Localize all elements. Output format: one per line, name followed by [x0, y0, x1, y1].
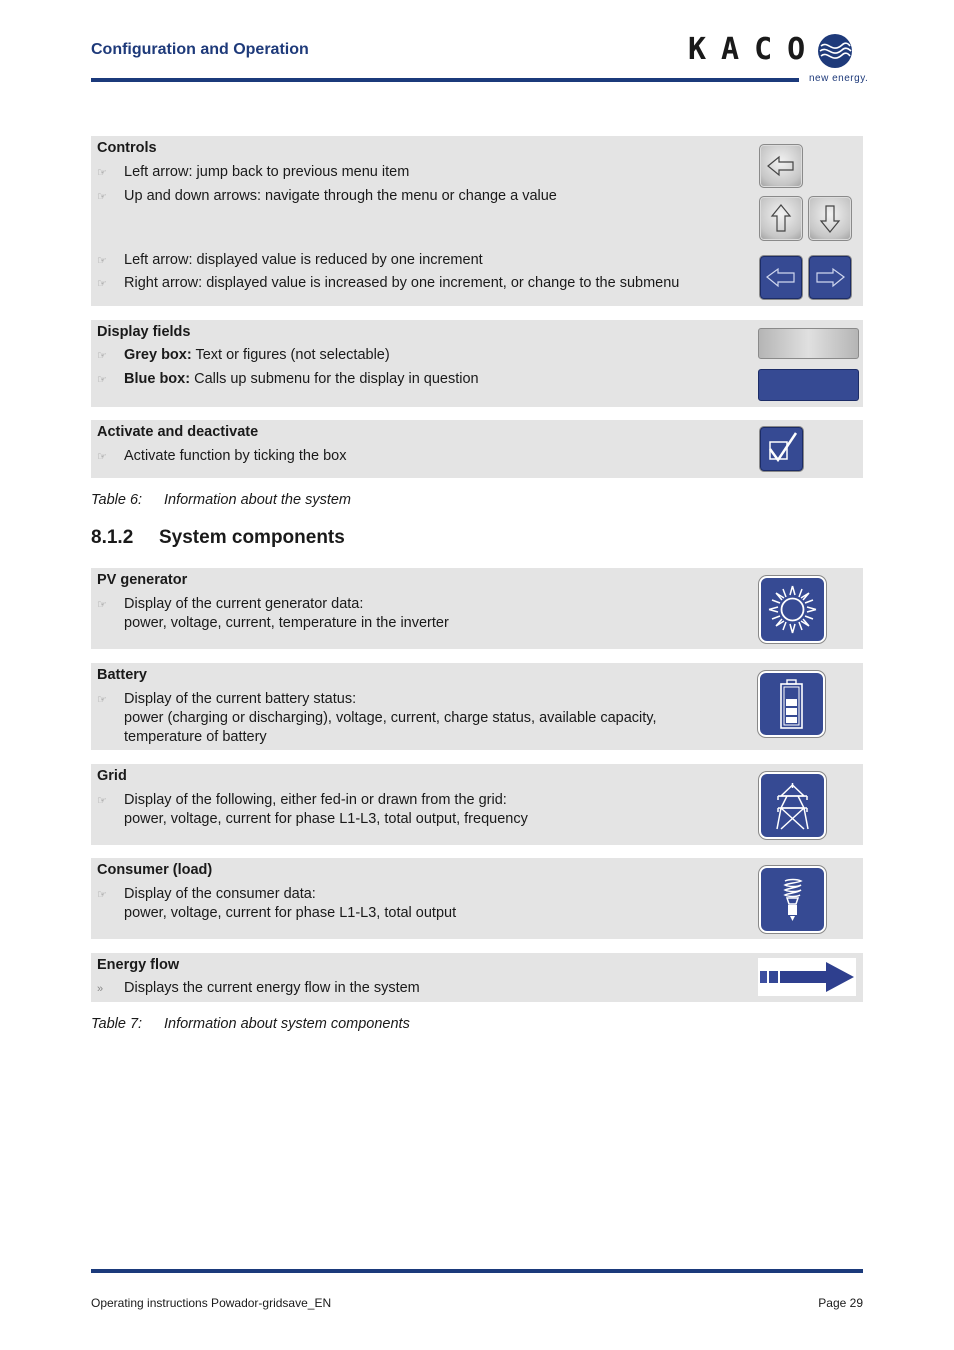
- table-7-caption: Table 7: Information about system compone…: [91, 1016, 410, 1032]
- kaco-logo-text: KACO: [688, 32, 821, 67]
- power-pylon-icon: [759, 772, 826, 839]
- battery-row: Battery ☞ Display of the current battery …: [91, 663, 863, 750]
- list-item-continuation: power, voltage, current for phase L1-L3,…: [124, 905, 457, 921]
- controls-title: Controls: [97, 140, 157, 156]
- list-item: » Displays the current energy flow in the…: [97, 980, 420, 996]
- table-6-caption: Table 6: Information about the system: [91, 492, 351, 508]
- kaco-logo-tagline: new energy.: [809, 73, 869, 84]
- consumer-title: Consumer (load): [97, 862, 213, 878]
- grey-down-arrow-button-icon: [808, 196, 852, 241]
- list-item: ☞ Left arrow: displayed value is reduced …: [97, 252, 483, 268]
- footer-rule: [91, 1269, 863, 1273]
- blue-right-arrow-button-icon: [808, 255, 852, 300]
- hand-bullet-icon: ☞: [97, 278, 107, 290]
- checkbox-checked-icon: [759, 426, 804, 472]
- section-header-title: Configuration and Operation: [91, 41, 309, 58]
- battery-icon: [758, 671, 825, 737]
- footer-page-number: Page 29: [818, 1296, 863, 1310]
- energy-flow-title: Energy flow: [97, 957, 180, 973]
- list-item: ☞ Display of the consumer data:: [97, 886, 316, 902]
- hand-bullet-icon: ☞: [97, 255, 107, 267]
- list-item: ☞ Grey box: Text or figures (not selectab…: [97, 347, 390, 363]
- hand-bullet-icon: ☞: [97, 374, 107, 386]
- list-item-continuation: temperature of battery: [124, 729, 267, 745]
- list-item: ☞ Display of the following, either fed-in…: [97, 792, 507, 808]
- display-fields-title: Display fields: [97, 324, 191, 340]
- consumer-row: Consumer (load) ☞ Display of the consumer…: [91, 858, 863, 939]
- energy-flow-row: Energy flow » Displays the current energy…: [91, 953, 863, 1002]
- light-bulb-icon: [759, 866, 826, 933]
- blue-display-field-icon: [758, 369, 859, 401]
- hand-bullet-icon: ☞: [97, 451, 107, 463]
- battery-title: Battery: [97, 667, 147, 683]
- list-item: ☞ Display of the current generator data:: [97, 596, 364, 612]
- list-item: ☞ Up and down arrows: navigate through th…: [97, 188, 557, 204]
- grey-left-arrow-button-icon: [759, 144, 803, 188]
- grid-row: Grid ☞ Display of the following, either f…: [91, 764, 863, 845]
- list-item: ☞ Activate function by ticking the box: [97, 448, 347, 464]
- blue-left-arrow-button-icon: [759, 255, 803, 300]
- hand-bullet-icon: ☞: [97, 167, 107, 179]
- sun-icon: [759, 576, 826, 643]
- list-item-continuation: power, voltage, current for phase L1-L3,…: [124, 811, 528, 827]
- chevron-bullet-icon: »: [97, 983, 104, 995]
- controls-row: Controls ☞ Left arrow: jump back to previ…: [91, 136, 863, 306]
- list-item: ☞ Left arrow: jump back to previous menu …: [97, 164, 410, 180]
- list-item: ☞ Right arrow: displayed value is increas…: [97, 275, 680, 291]
- pv-generator-title: PV generator: [97, 572, 188, 588]
- hand-bullet-icon: ☞: [97, 599, 107, 611]
- hand-bullet-icon: ☞: [97, 889, 107, 901]
- section-heading: 8.1.2 System components: [91, 527, 345, 548]
- list-item: ☞ Blue box: Calls up submenu for the disp…: [97, 371, 479, 387]
- hand-bullet-icon: ☞: [97, 795, 107, 807]
- pv-generator-row: PV generator ☞ Display of the current gen…: [91, 568, 863, 649]
- grey-display-field-icon: [758, 328, 859, 359]
- hand-bullet-icon: ☞: [97, 191, 107, 203]
- display-fields-row: Display fields ☞ Grey box: Text or figure…: [91, 320, 863, 407]
- activate-deactivate-row: Activate and deactivate ☞ Activate functi…: [91, 420, 863, 478]
- kaco-logo-wave-icon: [818, 34, 852, 68]
- activate-deactivate-title: Activate and deactivate: [97, 424, 259, 440]
- list-item: ☞ Display of the current battery status:: [97, 691, 357, 707]
- grey-up-arrow-button-icon: [759, 196, 803, 241]
- hand-bullet-icon: ☞: [97, 350, 107, 362]
- header-rule: [91, 78, 799, 82]
- footer-document-name: Operating instructions Powador-gridsave_…: [91, 1296, 332, 1310]
- list-item-continuation: power, voltage, current, temperature in …: [124, 615, 449, 631]
- energy-flow-arrow-icon: [758, 958, 856, 996]
- grid-title: Grid: [97, 768, 127, 784]
- hand-bullet-icon: ☞: [97, 694, 107, 706]
- list-item-continuation: power (charging or discharging), voltage…: [124, 710, 657, 726]
